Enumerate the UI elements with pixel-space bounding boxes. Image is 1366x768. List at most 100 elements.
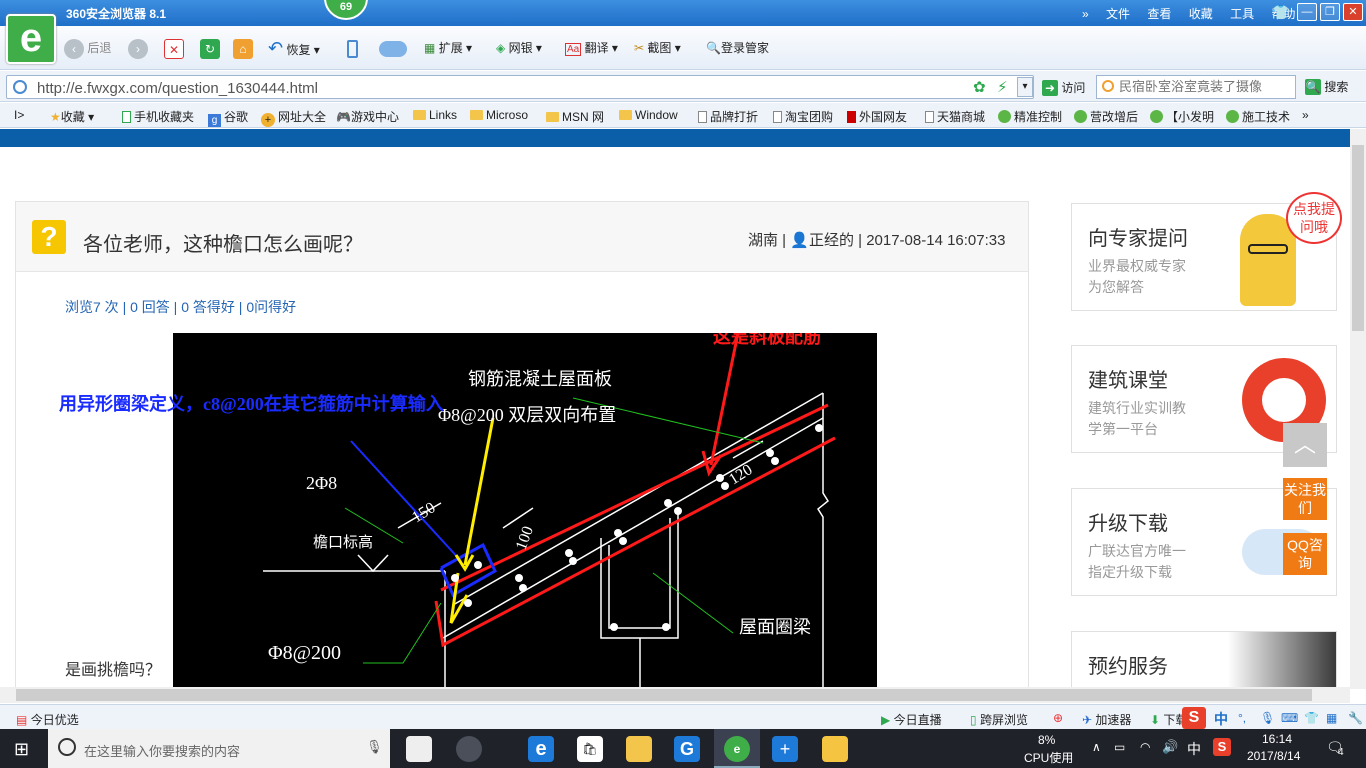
bookmark-precise[interactable]: 精准控制: [998, 108, 1062, 125]
menu-favorites[interactable]: 收藏: [1189, 5, 1213, 22]
sogou-ime-icon[interactable]: S: [1182, 707, 1206, 729]
store-icon[interactable]: 🛍: [577, 736, 603, 762]
horizontal-scroll-thumb[interactable]: [16, 689, 1312, 701]
accelerator[interactable]: ✈ 加速器: [1082, 711, 1131, 728]
question-region[interactable]: 湖南: [748, 232, 778, 249]
ask-me-bubble[interactable]: 点我提问哦: [1286, 192, 1342, 244]
double-chevron-icon[interactable]: »: [1082, 7, 1089, 21]
ask-expert-card[interactable]: 向专家提问 业界最权威专家 为您解答 点我提问哦: [1071, 192, 1342, 311]
cloud-button[interactable]: [379, 38, 407, 58]
back-to-top-icon[interactable]: ︿: [1283, 423, 1327, 467]
bookmark-google[interactable]: g 谷歌: [208, 108, 248, 127]
booking-service-card[interactable]: 预约服务: [1071, 631, 1337, 691]
taskbar-ime[interactable]: 中: [1187, 739, 1201, 759]
today-live[interactable]: ▶ 今日直播: [881, 711, 942, 728]
bookmark-vat[interactable]: 营改增后: [1074, 108, 1138, 125]
ssl-icon[interactable]: ✿: [973, 78, 986, 96]
url-text[interactable]: http://e.fwxgx.com/question_1630444.html: [37, 80, 318, 97]
shirt-icon[interactable]: 👕: [1272, 4, 1290, 20]
cad-drawing-image[interactable]: 这是斜板配筋 钢筋混凝土屋面板 Φ8@200 双层双向布置 2Φ8 150 12…: [173, 333, 877, 687]
grid-menu-icon[interactable]: ▦: [1326, 711, 1337, 725]
bookmark-windows[interactable]: Window: [619, 108, 678, 122]
stop-button[interactable]: ✕: [164, 38, 184, 59]
mic-icon[interactable]: 🎙: [1260, 711, 1275, 725]
screenshot-button[interactable]: ✂ 截图 ▾: [634, 38, 681, 58]
bookmark-construction[interactable]: 施工技术: [1226, 108, 1290, 125]
rocket-icon: ✈: [1082, 713, 1093, 727]
bookmark-microsoft[interactable]: Microso: [470, 108, 528, 122]
360-browser-icon[interactable]: e: [724, 736, 750, 762]
edge-icon[interactable]: e: [528, 736, 554, 762]
bookmark-foreign[interactable]: 外国网友: [847, 108, 907, 125]
score-badge[interactable]: 69: [324, 0, 368, 20]
maximize-button[interactable]: ❐: [1320, 3, 1340, 21]
windows-start-icon[interactable]: ⊞: [14, 739, 29, 760]
bookmark-invention[interactable]: 【小发明: [1150, 108, 1214, 125]
menu-view[interactable]: 查看: [1147, 5, 1171, 22]
skin-icon[interactable]: 👕: [1304, 711, 1319, 725]
punctuation-icon[interactable]: °,: [1238, 711, 1246, 725]
cross-screen[interactable]: ▯ 跨屏浏览: [970, 711, 1028, 728]
vertical-scroll-thumb[interactable]: [1352, 145, 1364, 331]
visit-button[interactable]: ➜ 访问: [1042, 79, 1085, 96]
wechat-icon: [1074, 110, 1087, 123]
restore-button[interactable]: ↶ 恢复 ▾: [268, 38, 320, 58]
volume-icon[interactable]: 🔊: [1162, 739, 1178, 755]
dropdown-arrow-icon[interactable]: ▾: [1017, 77, 1033, 97]
battery-icon[interactable]: ▭: [1114, 740, 1125, 754]
translate-button[interactable]: Aa 翻译 ▾: [565, 38, 618, 58]
keyboard-icon[interactable]: ⌨: [1281, 711, 1298, 725]
file-explorer-icon[interactable]: [626, 736, 652, 762]
tray-up-icon[interactable]: ∧: [1092, 740, 1101, 754]
extensions-button[interactable]: ▦ 扩展 ▾: [424, 38, 472, 58]
glodon-icon[interactable]: G: [674, 736, 700, 762]
wifi-icon[interactable]: ◠: [1140, 740, 1150, 754]
bookmark-taobao[interactable]: 淘宝团购: [773, 108, 833, 125]
microphone-icon[interactable]: 🎙: [366, 739, 383, 755]
follow-us-button[interactable]: 关注我们: [1283, 478, 1327, 520]
bookmark-tmall[interactable]: 天猫商城: [925, 108, 985, 125]
home-button[interactable]: ⌂: [233, 38, 253, 59]
task-view-icon[interactable]: [406, 736, 432, 762]
menu-tools[interactable]: 工具: [1230, 5, 1254, 22]
search-input[interactable]: 民宿卧室浴室竟装了摄像: [1096, 75, 1296, 99]
plus-app-icon[interactable]: +: [772, 736, 798, 762]
qq-consult-button[interactable]: QQ咨询: [1283, 533, 1327, 575]
bookmark-favorites[interactable]: ★收藏 ▾: [50, 108, 94, 125]
bookmarks-overflow-icon[interactable]: »: [1302, 108, 1309, 122]
taskbar-search[interactable]: 在这里输入你要搜索的内容 🎙: [48, 729, 390, 768]
back-button[interactable]: ‹ 后退: [64, 38, 111, 59]
ebank-button[interactable]: ◈ 网银 ▾: [496, 38, 542, 58]
bookmark-brand-discount[interactable]: 品牌打折: [698, 108, 758, 125]
phone-button[interactable]: [347, 38, 358, 58]
refresh-button[interactable]: ↻: [200, 38, 220, 59]
bookmark-urls[interactable]: + 网址大全: [261, 108, 326, 127]
sogou-tray-icon[interactable]: S: [1213, 738, 1231, 756]
question-user[interactable]: 正经的: [809, 232, 854, 249]
today-picks[interactable]: ▤ 今日优选: [16, 711, 79, 728]
ime-mode[interactable]: 中: [1214, 709, 1228, 729]
adblock-icon[interactable]: ⊕: [1053, 711, 1063, 725]
cortana-icon: [58, 738, 76, 756]
clock-date[interactable]: 2017/8/14: [1247, 749, 1300, 763]
lightning-icon[interactable]: ⚡: [997, 78, 1008, 96]
bookmark-games[interactable]: 🎮游戏中心: [336, 108, 399, 125]
bookmark-mobile[interactable]: 手机收藏夹: [122, 108, 194, 125]
minimize-button[interactable]: —: [1297, 3, 1317, 21]
notes-icon[interactable]: [822, 736, 848, 762]
360-logo-icon[interactable]: e: [6, 14, 56, 64]
clock-time[interactable]: 16:14: [1262, 732, 1292, 746]
close-button[interactable]: ✕: [1343, 3, 1363, 21]
wrench-icon[interactable]: 🔧: [1348, 711, 1363, 725]
address-bar[interactable]: http://e.fwxgx.com/question_1630444.html…: [6, 75, 1034, 99]
bookmark-msn[interactable]: MSN 网: [546, 108, 604, 125]
search-button[interactable]: 🔍 搜索: [1305, 78, 1348, 95]
bookmark-links[interactable]: Links: [413, 108, 457, 122]
card-subtitle: 为您解答: [1088, 279, 1144, 295]
search-engine-icon[interactable]: [1102, 80, 1114, 92]
menu-file[interactable]: 文件: [1106, 5, 1130, 22]
forward-button[interactable]: ›: [128, 38, 148, 59]
sidebar-toggle-icon[interactable]: I>: [14, 108, 24, 122]
login-manager-button[interactable]: 🔍登录管家: [706, 38, 769, 58]
app-chrome-like-icon[interactable]: [456, 736, 482, 762]
